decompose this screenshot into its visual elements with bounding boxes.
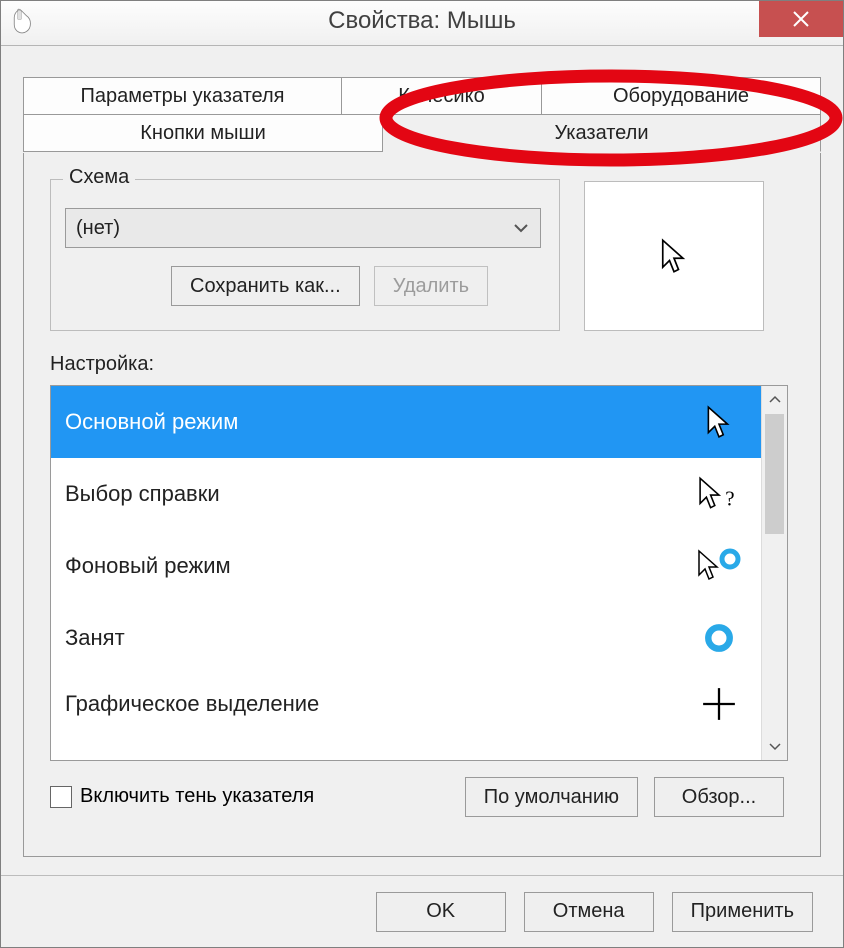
browse-button[interactable]: Обзор... [654,777,784,817]
svg-text:?: ? [725,487,734,511]
window-title: Свойства: Мышь [1,7,843,35]
list-item-label: Выбор справки [65,481,220,507]
list-item-label: Занят [65,625,125,651]
list-item[interactable]: Выбор справки ? [51,458,761,530]
chevron-down-icon [512,219,530,243]
settings-label: Настройка: [50,353,154,376]
list-item-label: Фоновый режим [65,553,231,579]
close-button[interactable] [759,1,843,37]
tab-pointer-options[interactable]: Параметры указателя [23,77,342,115]
save-as-button[interactable]: Сохранить как... [171,266,360,306]
shadow-checkbox-label: Включить тень указателя [80,785,314,808]
list-item[interactable]: Графическое выделение [51,674,761,734]
tab-strip: Параметры указателя Колесико Оборудовани… [23,77,821,152]
arrow-cursor-icon [660,238,688,274]
busy-cursor-icon [697,616,741,660]
defaults-button[interactable]: По умолчанию [465,777,638,817]
list-item-label: Основной режим [65,409,238,435]
checkbox-box-icon [50,786,72,808]
scheme-selected: (нет) [76,217,120,240]
scheme-label: Схема [63,166,135,189]
tab-buttons[interactable]: Кнопки мыши [23,114,383,152]
help-cursor-icon: ? [697,472,741,516]
apply-button[interactable]: Применить [672,892,813,932]
list-item[interactable]: Основной режим [51,386,761,458]
list-item[interactable]: Фоновый режим [51,530,761,602]
scroll-up-icon[interactable] [762,386,787,412]
scroll-thumb[interactable] [765,414,784,534]
background-cursor-icon [697,544,741,588]
cross-cursor-icon [697,682,741,726]
list-item-label: Графическое выделение [65,691,319,717]
cursor-list: Основной режим Выбор справки ? [50,385,788,761]
tab-hardware[interactable]: Оборудование [542,77,821,115]
mouse-properties-window: Свойства: Мышь Параметры указателя Колес… [0,0,844,948]
scroll-down-icon[interactable] [762,734,787,760]
tab-wheel[interactable]: Колесико [342,77,542,115]
cursor-list-inner[interactable]: Основной режим Выбор справки ? [51,386,761,760]
titlebar: Свойства: Мышь [1,1,843,46]
arrow-cursor-icon [697,400,741,444]
delete-button[interactable]: Удалить [374,266,488,306]
list-item[interactable]: Занят [51,602,761,674]
scheme-group: Схема (нет) Сохранить как... Удалить [50,179,560,331]
cancel-button[interactable]: Отмена [524,892,654,932]
tab-panel-pointers: Схема (нет) Сохранить как... Удалить Нас… [23,153,821,857]
dialog-button-bar: OK Отмена Применить [1,875,843,947]
scheme-dropdown[interactable]: (нет) [65,208,541,248]
tab-pointers[interactable]: Указатели [383,114,821,152]
ok-button[interactable]: OK [376,892,506,932]
shadow-checkbox[interactable]: Включить тень указателя [50,785,314,808]
cursor-preview-box [584,181,764,331]
scrollbar[interactable] [761,386,787,760]
